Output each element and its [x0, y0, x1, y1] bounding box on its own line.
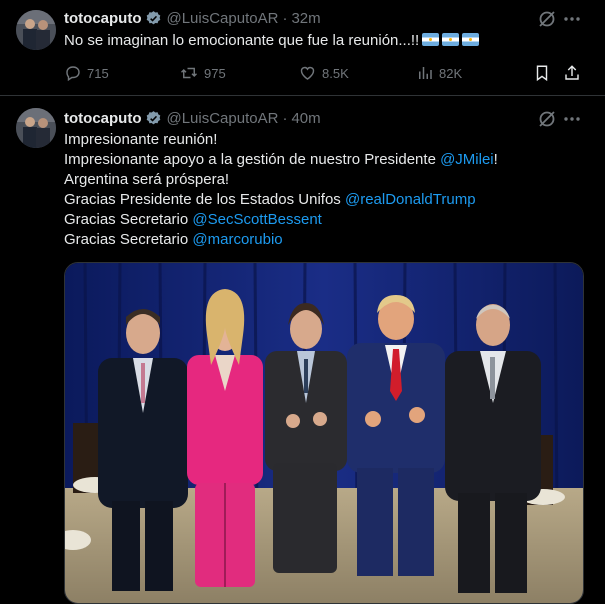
tweet-line: Gracias Secretario @marcorubio	[64, 230, 498, 250]
tweet-line: Impresionante reunión!	[64, 130, 498, 150]
separator-dot: ·	[282, 9, 288, 27]
views-icon	[419, 67, 432, 79]
views-button[interactable]: 82K	[416, 63, 462, 83]
tweet-line: Gracias Presidente de los Estados Unifos…	[64, 190, 498, 210]
repost-button[interactable]: 975	[179, 63, 226, 83]
tweet-photo[interactable]	[64, 262, 584, 604]
line-text: Impresionante reunión!	[64, 131, 218, 148]
avatar[interactable]	[16, 108, 56, 148]
tweet[interactable]: totocaputo @LuisCaputoAR · 40m Impresion…	[0, 96, 605, 604]
verified-badge-icon	[147, 10, 161, 24]
repost-count: 975	[204, 65, 226, 81]
more-icon[interactable]	[562, 109, 582, 129]
line-text: Gracias Presidente de los Estados Unifos	[64, 191, 345, 208]
tweet[interactable]: totocaputo @LuisCaputoAR · 32m No se ima…	[0, 0, 605, 96]
mention-link[interactable]: @JMilei	[440, 151, 494, 168]
line-text: Gracias Secretario	[64, 231, 193, 248]
verified-badge-icon	[147, 110, 161, 124]
reply-button[interactable]: 715	[64, 63, 109, 83]
argentina-flag-icon	[422, 33, 440, 46]
line-text: Argentina será próspera!	[64, 171, 230, 188]
more-icon[interactable]	[562, 9, 582, 29]
mention-link[interactable]: @realDonaldTrump	[345, 191, 476, 208]
grok-icon[interactable]	[537, 9, 557, 29]
reply-icon	[66, 66, 80, 82]
photo-image	[65, 263, 583, 603]
avatar-image	[16, 108, 56, 148]
bookmark-icon[interactable]	[533, 63, 551, 83]
grok-icon[interactable]	[537, 109, 557, 129]
mention-link[interactable]: @SecScottBessent	[192, 211, 321, 228]
repost-icon	[180, 67, 198, 79]
mention-link[interactable]: @marcorubio	[192, 231, 282, 248]
tweet-text: No se imaginan lo emocionante que fue la…	[64, 31, 480, 51]
like-count: 8.5K	[322, 65, 349, 81]
tweet-line: Impresionante apoyo a la gestión de nues…	[64, 150, 498, 170]
avatar-image	[16, 10, 56, 50]
like-button[interactable]: 8.5K	[298, 63, 349, 83]
tweet-text: Impresionante reunión! Impresionante apo…	[64, 130, 498, 250]
tweet-line: Gracias Secretario @SecScottBessent	[64, 210, 498, 230]
argentina-flag-icon	[442, 33, 460, 46]
argentina-flag-icon	[462, 33, 480, 46]
line-suffix: !	[493, 151, 498, 168]
share-icon[interactable]	[563, 63, 581, 83]
views-count: 82K	[439, 65, 463, 81]
author-name[interactable]: totocaputo	[64, 110, 141, 127]
line-text: Gracias Secretario	[64, 211, 193, 228]
timestamp[interactable]: 32m	[291, 10, 320, 27]
timestamp[interactable]: 40m	[291, 110, 320, 127]
action-bar: 715 975 8.5K 82K	[64, 63, 585, 83]
author-handle[interactable]: @LuisCaputoAR	[166, 10, 278, 27]
avatar[interactable]	[16, 10, 56, 50]
tweet-line: Argentina será próspera!	[64, 170, 498, 190]
line-text: Impresionante apoyo a la gestión de nues…	[64, 151, 441, 168]
author-handle[interactable]: @LuisCaputoAR	[166, 110, 278, 127]
like-icon	[300, 66, 315, 80]
separator-dot: ·	[282, 109, 288, 127]
tweet-body: No se imaginan lo emocionante que fue la…	[64, 32, 420, 49]
author-name[interactable]: totocaputo	[64, 10, 141, 27]
reply-count: 715	[87, 65, 109, 81]
